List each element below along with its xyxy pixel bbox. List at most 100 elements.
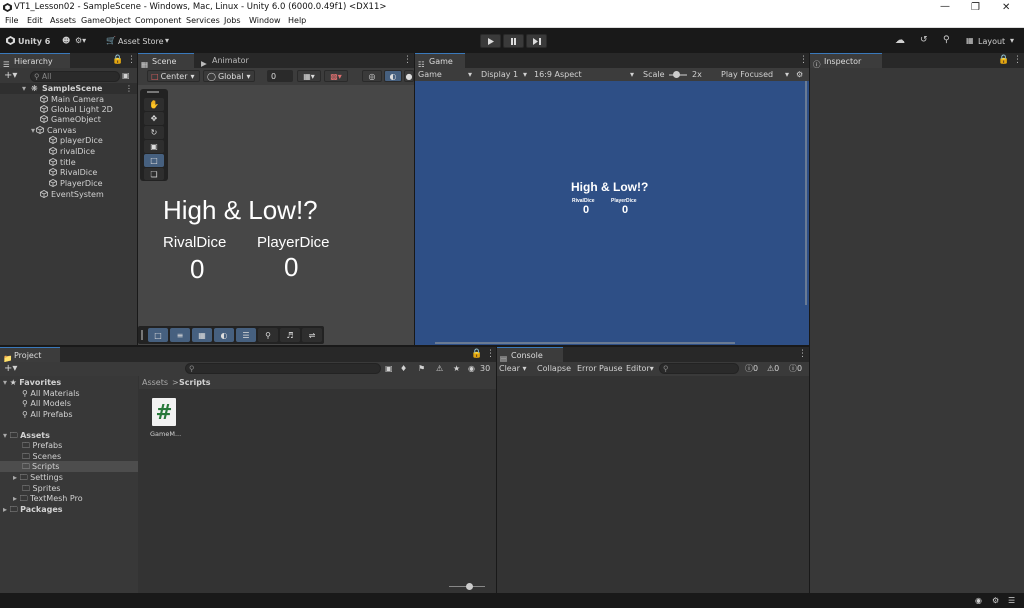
menu-file[interactable]: File [5, 16, 18, 25]
bug-report-icon[interactable]: ⚙ [992, 595, 999, 606]
favorites-header[interactable]: ▾ ★ Favorites [3, 377, 61, 388]
game-vertical-scrollbar[interactable] [805, 81, 807, 305]
error-pause-button[interactable]: Error Pause [577, 363, 623, 374]
list-item[interactable]: playerDice [49, 135, 103, 146]
error-filter-icon[interactable]: ⚠ [436, 363, 443, 374]
space-dropdown[interactable]: ◯ Global ▾ [203, 70, 255, 82]
cloud-settings-icon[interactable]: ⚙▾ [75, 36, 86, 45]
play-button[interactable] [480, 34, 501, 48]
pivot-dropdown[interactable]: □ Center ▾ [147, 70, 200, 82]
menu-component[interactable]: Component [135, 16, 181, 25]
list-item[interactable]: ▸ 🗀 Settings [13, 472, 63, 483]
more-options-icon[interactable]: ⋮ [798, 349, 807, 359]
search-by-type-icon[interactable]: ▣ [385, 363, 393, 374]
scale-slider-thumb[interactable] [673, 71, 680, 78]
tab-scene[interactable]: ▦ Scene [138, 53, 194, 69]
menu-services[interactable]: Services [186, 16, 220, 25]
scale-tool-button[interactable]: ▣ [144, 140, 164, 153]
rect-select-button[interactable]: □ [148, 328, 168, 342]
menu-edit[interactable]: Edit [27, 16, 43, 25]
menu-gameobject[interactable]: GameObject [81, 16, 131, 25]
audio-tool-button[interactable]: ♬ [280, 328, 300, 342]
grid-toggle-button[interactable]: ▦▾ [297, 70, 321, 82]
2d-toggle-button[interactable]: ◐ [384, 70, 402, 82]
lighting-toggle-button[interactable]: ● [404, 70, 414, 82]
collapse-button[interactable]: Collapse [537, 363, 571, 374]
more-options-icon[interactable]: ⋮ [799, 55, 808, 65]
expand-arrow-icon[interactable]: ▾ [22, 83, 26, 94]
add-button[interactable]: +▾ [4, 70, 17, 81]
packages-header[interactable]: ▸ 🗀 Packages [3, 504, 63, 515]
maximize-button[interactable]: ❐ [971, 2, 980, 13]
hierarchy-search-input[interactable]: ⚲ All [30, 71, 120, 82]
icon-size-slider[interactable] [449, 583, 485, 590]
expand-arrow-icon[interactable]: ▸ [13, 494, 17, 503]
game-horizontal-scrollbar[interactable] [435, 342, 735, 344]
pause-button[interactable] [503, 34, 524, 48]
settings-icon[interactable]: ☰ [1008, 595, 1015, 606]
fx-tool-button[interactable]: ⇌ [302, 328, 322, 342]
list-item[interactable]: GameObject [40, 114, 101, 125]
asset-store-button[interactable]: Asset Store [118, 37, 164, 46]
list-item-selected[interactable]: 🗀 Scripts [0, 461, 138, 472]
more-options-icon[interactable]: ⋮ [127, 55, 136, 65]
list-item[interactable]: rivalDice [49, 146, 95, 157]
search-by-label-icon[interactable]: ♦ [400, 363, 407, 374]
menu-window[interactable]: Window [249, 16, 281, 25]
expand-arrow-icon[interactable]: ▾ [3, 378, 7, 387]
tag-icon[interactable]: ⚑ [418, 363, 425, 374]
layers-tool-button[interactable]: ☰ [236, 328, 256, 342]
bug-icon[interactable]: ⚙ [796, 69, 803, 80]
sphere-tool-button[interactable]: ◐ [214, 328, 234, 342]
overlay-drag-handle[interactable] [141, 330, 143, 340]
rotate-tool-button[interactable]: ↻ [144, 126, 164, 139]
display-dropdown[interactable]: Display 1 ▾ [481, 69, 531, 80]
console-search-input[interactable]: ⚲ [659, 363, 739, 374]
game-mode-dropdown[interactable]: Game ▾ [418, 69, 474, 80]
more-options-icon[interactable]: ⋮ [1013, 55, 1022, 65]
favorite-star-icon[interactable]: ★ [453, 363, 460, 374]
search-icon[interactable]: ⚲ [943, 35, 950, 45]
tab-hierarchy[interactable]: ☰ Hierarchy [0, 53, 70, 69]
more-options-icon[interactable]: ⋮ [125, 83, 133, 94]
zoom-tool-button[interactable]: ⚲ [258, 328, 278, 342]
list-item[interactable]: ⚲ All Models [22, 398, 71, 409]
list-item[interactable]: ▸ 🗀 TextMesh Pro [13, 493, 83, 504]
icon-size-slider-thumb[interactable] [466, 583, 473, 590]
close-button[interactable]: ✕ [1002, 2, 1010, 13]
project-search-input[interactable]: ⚲ [185, 363, 381, 374]
history-icon[interactable]: ↺ [920, 35, 928, 45]
tab-inspector[interactable]: ⓘ Inspector [810, 53, 882, 69]
overlay-drag-handle[interactable] [147, 91, 159, 93]
create-button[interactable]: +▾ [4, 363, 17, 374]
eye-icon[interactable]: ◉ [468, 363, 475, 374]
clear-dropdown[interactable]: Clear ▾ [499, 363, 526, 374]
list-item[interactable]: ⚲ All Prefabs [22, 409, 73, 420]
snap-toggle-button[interactable]: ▩▾ [324, 70, 348, 82]
script-file-item[interactable]: # GameM... [147, 398, 183, 442]
hand-tool-button[interactable]: ✋ [144, 98, 164, 111]
move-tool-button[interactable]: ✥ [144, 112, 164, 125]
log-toggle[interactable]: ⓘ0 [745, 363, 758, 374]
step-button[interactable] [526, 34, 547, 48]
grid-snap-input[interactable]: 0 [267, 70, 293, 82]
breadcrumb-scripts[interactable]: Scripts [179, 377, 211, 388]
tab-project[interactable]: 📁 Project [0, 347, 60, 363]
grid-tool-button[interactable]: ▦ [192, 328, 212, 342]
error-toggle[interactable]: ⓘ0 [789, 363, 802, 374]
transform-tool-button[interactable]: ❏ [144, 168, 164, 180]
breadcrumb-assets[interactable]: Assets [142, 377, 168, 388]
network-icon[interactable]: ◉ [975, 595, 982, 606]
lock-icon[interactable]: 🔒 [112, 55, 123, 65]
expand-arrow-icon[interactable]: ▾ [3, 431, 7, 440]
list-item[interactable]: 🗀 Prefabs [22, 440, 62, 451]
menu-assets[interactable]: Assets [50, 16, 76, 25]
play-focus-dropdown[interactable]: Play Focused ▾ [721, 69, 791, 80]
expand-arrow-icon[interactable]: ▾ [31, 126, 35, 135]
editor-dropdown[interactable]: Editor▾ [626, 363, 654, 374]
gizmos-button[interactable]: ◎ [362, 70, 382, 82]
rect-tool-button[interactable]: □ [144, 154, 164, 167]
layout-dropdown[interactable]: Layout [978, 37, 1005, 46]
unity-account-label[interactable]: Unity 6 [18, 37, 50, 46]
scale-slider[interactable] [669, 71, 687, 78]
